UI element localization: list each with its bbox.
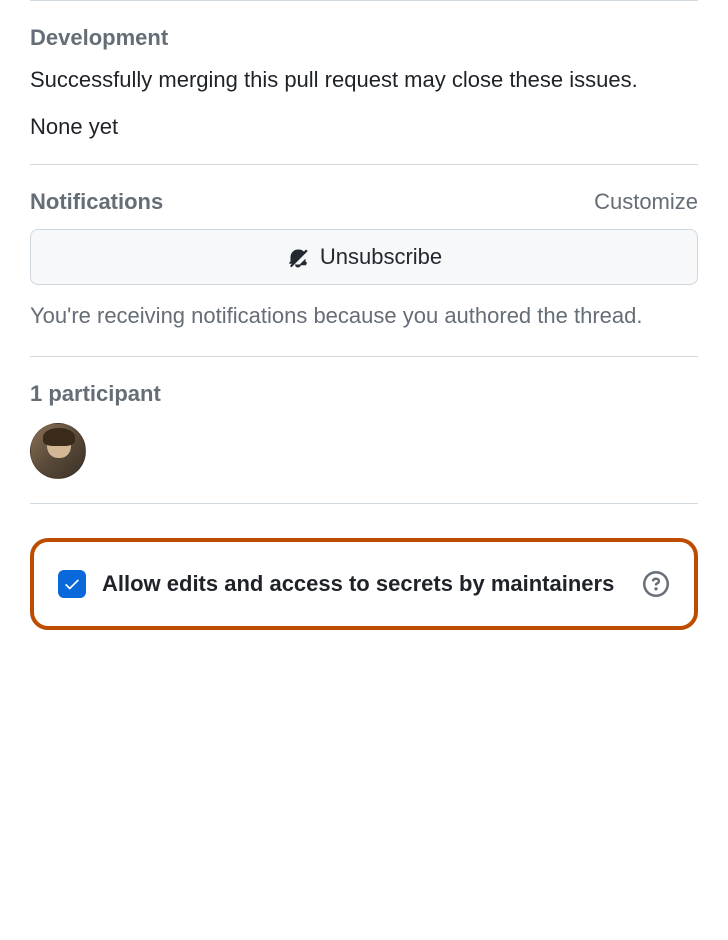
allow-edits-checkbox[interactable] bbox=[58, 570, 86, 598]
customize-link[interactable]: Customize bbox=[594, 189, 698, 215]
allow-edits-label[interactable]: Allow edits and access to secrets by mai… bbox=[102, 569, 624, 600]
unsubscribe-button[interactable]: Unsubscribe bbox=[30, 229, 698, 285]
participants-header: 1 participant bbox=[30, 381, 698, 407]
notifications-title: Notifications bbox=[30, 189, 163, 215]
allow-edits-highlight: Allow edits and access to secrets by mai… bbox=[30, 538, 698, 630]
help-icon[interactable] bbox=[640, 568, 672, 600]
bell-mute-icon bbox=[286, 245, 310, 269]
development-description: Successfully merging this pull request m… bbox=[30, 63, 698, 96]
participant-avatar[interactable] bbox=[30, 423, 86, 479]
unsubscribe-label: Unsubscribe bbox=[320, 244, 442, 270]
allow-edits-checkbox-wrapper bbox=[58, 570, 86, 598]
development-empty-state: None yet bbox=[30, 114, 698, 140]
notifications-section: Notifications Customize Unsubscribe You'… bbox=[30, 164, 698, 356]
participants-title: 1 participant bbox=[30, 381, 161, 407]
development-title: Development bbox=[30, 25, 168, 51]
development-section: Development Successfully merging this pu… bbox=[30, 0, 698, 164]
check-icon bbox=[63, 575, 81, 593]
allow-edits-container: Allow edits and access to secrets by mai… bbox=[30, 503, 698, 630]
participants-section: 1 participant bbox=[30, 356, 698, 503]
notifications-reason: You're receiving notifications because y… bbox=[30, 299, 698, 332]
notifications-header: Notifications Customize bbox=[30, 189, 698, 215]
development-header: Development bbox=[30, 25, 698, 51]
